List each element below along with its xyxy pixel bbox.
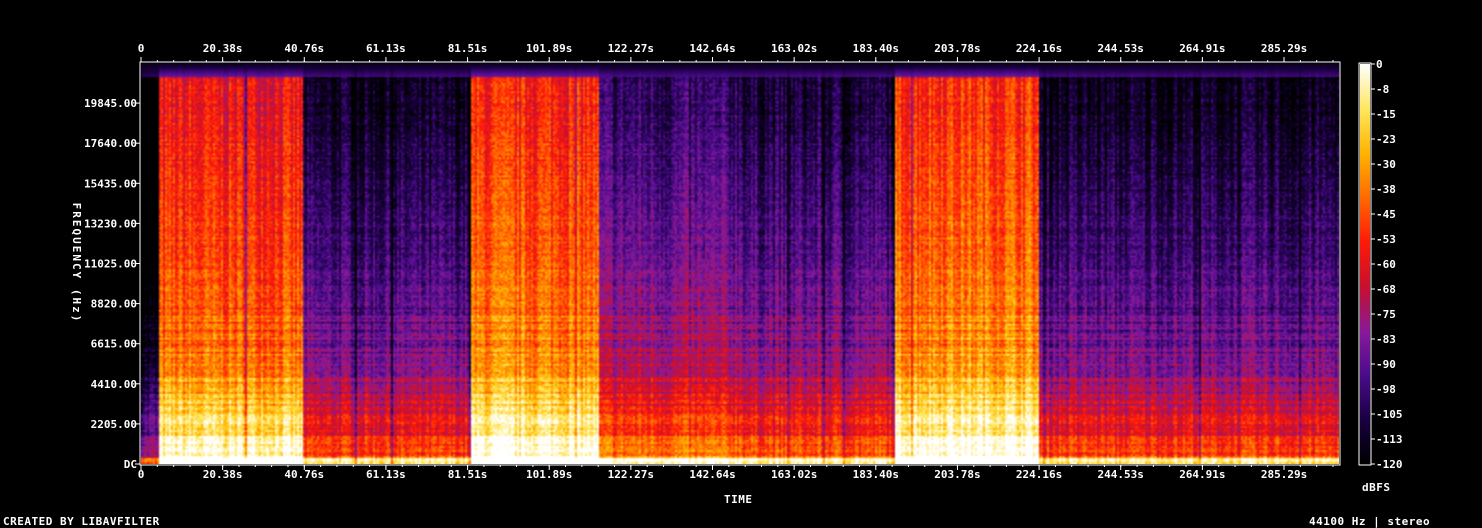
x-tick-label-top: 61.13s: [366, 42, 406, 55]
x-tick-label-bottom: 0: [138, 468, 145, 481]
x-tick-label-bottom: 264.91s: [1179, 468, 1225, 481]
x-tick-label-bottom: 40.76s: [284, 468, 324, 481]
x-tick-label-bottom: 285.29s: [1261, 468, 1307, 481]
x-tick-label-top: 81.51s: [448, 42, 488, 55]
colorbar-tick-label: -38: [1376, 183, 1396, 196]
x-tick-label-bottom: 101.89s: [526, 468, 572, 481]
y-tick-label: 6615.00: [91, 338, 137, 351]
footer-credit: CREATED BY LIBAVFILTER: [3, 515, 160, 528]
colorbar-tick-label: -75: [1376, 308, 1396, 321]
y-axis-label: FREQUENCY (Hz): [69, 202, 83, 324]
x-tick-label-bottom: 61.13s: [366, 468, 406, 481]
y-tick-label: 17640.00: [84, 137, 137, 150]
x-tick-label-top: 142.64s: [689, 42, 735, 55]
x-tick-label-bottom: 81.51s: [448, 468, 488, 481]
x-tick-label-top: 183.40s: [853, 42, 899, 55]
colorbar-unit: dBFS: [1362, 481, 1391, 494]
x-tick-label-top: 122.27s: [608, 42, 654, 55]
x-tick-label-bottom: 183.40s: [853, 468, 899, 481]
x-tick-label-top: 203.78s: [934, 42, 980, 55]
x-tick-label-bottom: 163.02s: [771, 468, 817, 481]
x-tick-label-top: 285.29s: [1261, 42, 1307, 55]
colorbar-tick-label: -83: [1376, 333, 1396, 346]
x-tick-label-bottom: 142.64s: [689, 468, 735, 481]
y-tick-label: 13230.00: [84, 217, 137, 230]
x-tick-label-top: 224.16s: [1016, 42, 1062, 55]
spectrogram-plot: [141, 63, 1339, 464]
colorbar-tick-label: -120: [1376, 458, 1403, 471]
colorbar-tick-label: -113: [1376, 433, 1403, 446]
x-tick-label-top: 264.91s: [1179, 42, 1225, 55]
x-tick-label-top: 0: [138, 42, 145, 55]
colorbar-tick-label: 0: [1376, 58, 1383, 71]
colorbar-tick-label: -53: [1376, 233, 1396, 246]
y-tick-label: 8820.00: [91, 298, 137, 311]
x-tick-label-bottom: 20.38s: [203, 468, 243, 481]
colorbar-tick-label: -30: [1376, 158, 1396, 171]
x-tick-label-top: 40.76s: [284, 42, 324, 55]
colorbar-tick-label: -45: [1376, 208, 1396, 221]
footer-sample-rate: 44100 Hz | stereo: [1309, 515, 1431, 528]
y-tick-label: 2205.00: [91, 418, 137, 431]
x-tick-label-top: 163.02s: [771, 42, 817, 55]
colorbar-tick-label: -8: [1376, 83, 1389, 96]
x-tick-label-bottom: 203.78s: [934, 468, 980, 481]
x-tick-label-top: 101.89s: [526, 42, 572, 55]
y-tick-label: 15435.00: [84, 177, 137, 190]
x-tick-label-bottom: 244.53s: [1098, 468, 1144, 481]
y-tick-label: 4410.00: [91, 378, 137, 391]
colorbar-tick-label: -23: [1376, 133, 1396, 146]
y-tick-label: 11025.00: [84, 258, 137, 271]
colorbar-tick-label: -98: [1376, 383, 1396, 396]
y-tick-label: DC: [124, 458, 137, 471]
colorbar-tick-label: -90: [1376, 358, 1396, 371]
x-tick-label-bottom: 122.27s: [608, 468, 654, 481]
colorbar: [1360, 64, 1370, 464]
x-tick-label-top: 244.53s: [1098, 42, 1144, 55]
colorbar-tick-label: -15: [1376, 108, 1396, 121]
x-tick-label-bottom: 224.16s: [1016, 468, 1062, 481]
colorbar-tick-label: -60: [1376, 258, 1396, 271]
x-axis-label: TIME: [724, 493, 753, 506]
colorbar-tick-label: -105: [1376, 408, 1403, 421]
y-tick-label: 19845.00: [84, 97, 137, 110]
colorbar-tick-label: -68: [1376, 283, 1396, 296]
x-tick-label-top: 20.38s: [203, 42, 243, 55]
